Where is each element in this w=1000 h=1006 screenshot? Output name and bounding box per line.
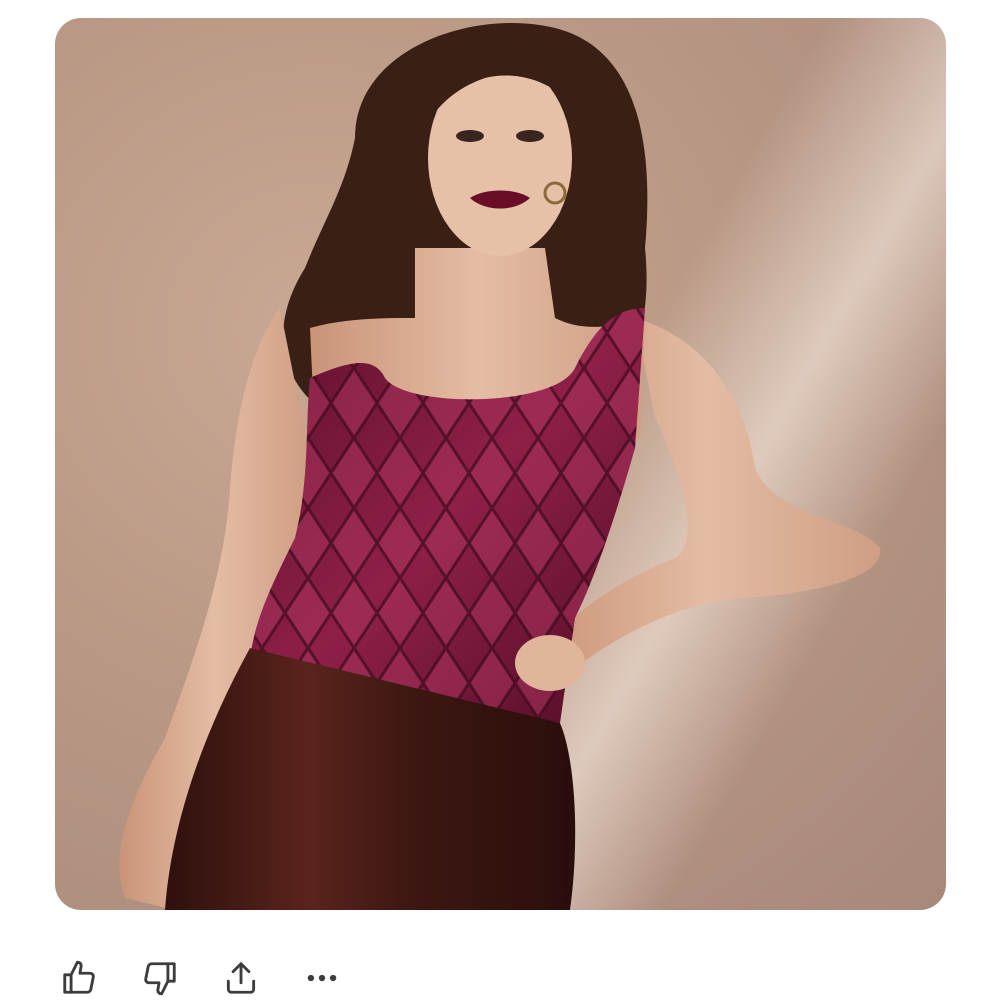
hand [515,635,585,691]
thumbs-down-button[interactable] [136,954,184,1002]
fashion-photo-illustration [119,22,881,910]
right-eye [516,130,544,142]
thumbs-down-icon [144,962,176,996]
thumbs-up-button[interactable] [55,954,103,1002]
generated-image[interactable] [55,18,946,910]
response-actions [55,950,379,1006]
more-options-button[interactable] [298,954,346,1002]
share-button[interactable] [217,954,265,1002]
more-icon [307,974,337,982]
thumbs-up-icon [63,960,95,994]
share-icon [226,962,256,994]
left-eye [456,130,484,142]
